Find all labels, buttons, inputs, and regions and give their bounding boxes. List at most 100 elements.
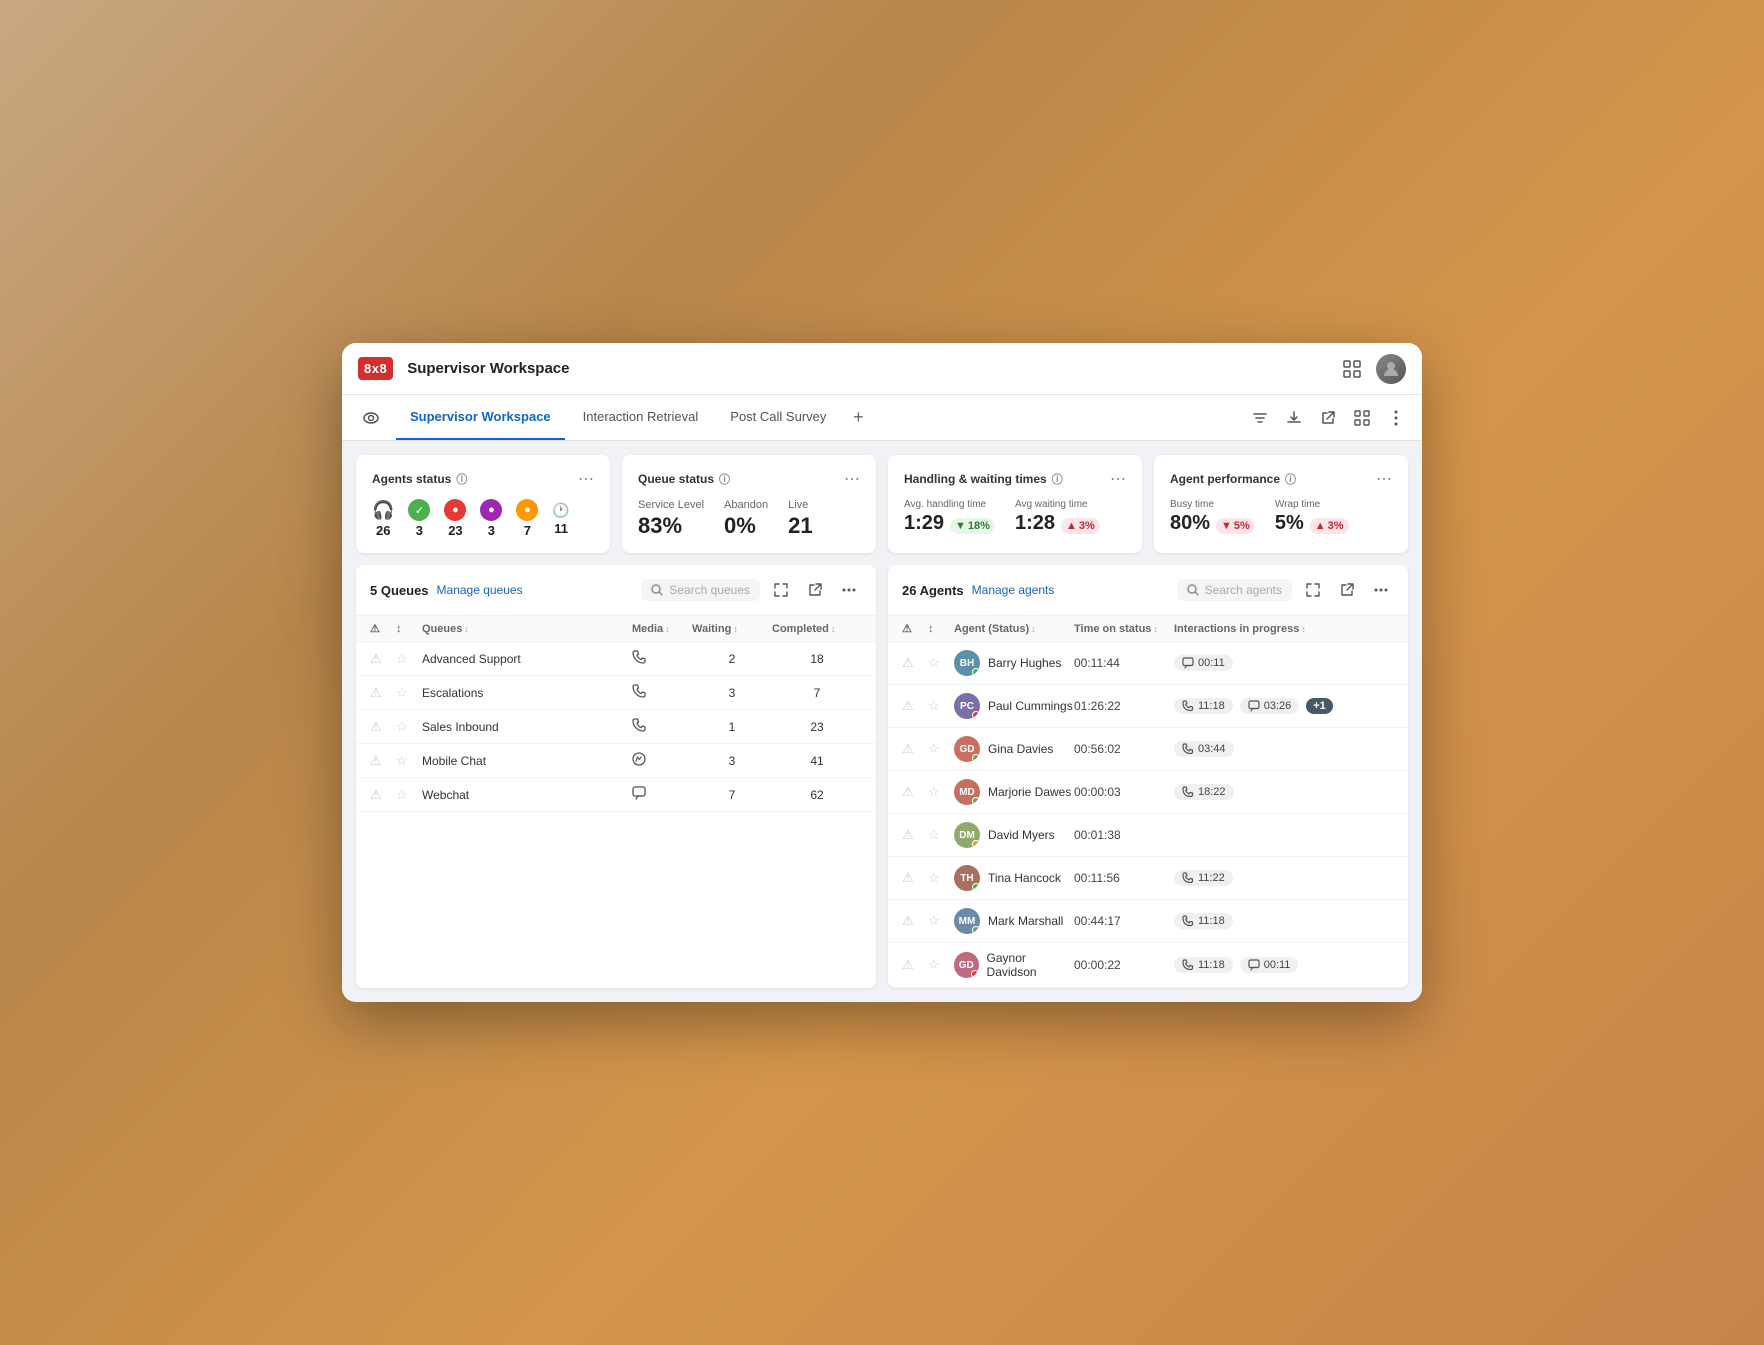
user-avatar[interactable] <box>1376 354 1406 384</box>
queue-status-info-icon[interactable]: ⓘ <box>719 471 730 487</box>
time-on-status: 00:01:38 <box>1074 828 1174 842</box>
status-dot <box>972 797 980 805</box>
agent-busy-count: 23 <box>448 523 462 538</box>
star-icon[interactable]: ☆ <box>928 784 954 800</box>
queues-count-label: 5 Queues <box>370 583 429 598</box>
agents-table-header: 26 Agents Manage agents Search agents <box>888 565 1408 616</box>
agents-status-info-icon[interactable]: ⓘ <box>456 471 467 487</box>
star-icon[interactable]: ☆ <box>396 651 422 667</box>
agent-name: Paul Cummings <box>988 699 1073 713</box>
agent-name: Tina Hancock <box>988 871 1061 885</box>
agent-stat-busy: ● 23 <box>444 499 466 538</box>
agent-name: Barry Hughes <box>988 656 1061 670</box>
completed-num: 62 <box>772 788 862 802</box>
filter-icon[interactable] <box>1246 404 1274 432</box>
manage-queues-link[interactable]: Manage queues <box>437 583 523 597</box>
avg-waiting-trend: ▲ 3% <box>1061 518 1100 534</box>
agent-row: ⚠ ☆ GD Gina Davies 00:56:02 03:44 <box>888 728 1408 771</box>
avg-waiting-stat: Avg waiting time 1:28 ▲ 3% <box>1015 499 1100 535</box>
download-icon[interactable] <box>1280 404 1308 432</box>
agent-name-cell: MD Marjorie Dawes <box>954 779 1074 805</box>
expand-queues-icon[interactable] <box>768 577 794 603</box>
queues-name-col[interactable]: Queues <box>422 623 632 635</box>
tab-add-button[interactable]: + <box>844 404 872 432</box>
apps-icon[interactable] <box>1348 404 1376 432</box>
media-col[interactable]: Media <box>632 623 692 635</box>
handling-times-more-icon[interactable]: ⋯ <box>1110 469 1126 489</box>
interactions-cell: 11:18 00:11 <box>1174 957 1354 973</box>
logo-badge: 8x8 <box>358 357 393 380</box>
agent-sort-col: ↕ <box>928 623 954 635</box>
time-on-status-col[interactable]: Time on status <box>1074 623 1174 635</box>
queue-row: ⚠ ☆ Advanced Support 2 18 <box>356 642 876 676</box>
agent-name-col[interactable]: Agent (Status) <box>954 623 1074 635</box>
star-icon[interactable]: ☆ <box>396 685 422 701</box>
agent-wrap-count: 11 <box>554 521 568 536</box>
star-icon[interactable]: ☆ <box>928 698 954 714</box>
star-icon[interactable]: ☆ <box>928 870 954 886</box>
star-icon[interactable]: ☆ <box>396 787 422 803</box>
star-icon[interactable]: ☆ <box>928 741 954 757</box>
grid-icon[interactable] <box>1338 355 1366 383</box>
star-icon[interactable]: ☆ <box>928 655 954 671</box>
status-dot <box>972 926 980 934</box>
waiting-num: 3 <box>692 754 772 768</box>
manage-agents-link[interactable]: Manage agents <box>972 583 1055 597</box>
time-on-status: 00:44:17 <box>1074 914 1174 928</box>
more-options-icon[interactable] <box>1382 404 1410 432</box>
queue-name: Webchat <box>422 788 632 802</box>
agent-row: ⚠ ☆ GD Gaynor Davidson 00:00:22 11:18 00… <box>888 943 1408 988</box>
agent-name-cell: BH Barry Hughes <box>954 650 1074 676</box>
star-icon[interactable]: ☆ <box>396 753 422 769</box>
agent-name-cell: MM Mark Marshall <box>954 908 1074 934</box>
waiting-num: 2 <box>692 652 772 666</box>
star-icon[interactable]: ☆ <box>928 827 954 843</box>
interactions-col[interactable]: Interactions in progress <box>1174 623 1354 635</box>
agents-status-more-icon[interactable]: ⋯ <box>578 469 594 489</box>
agent-total-count: 26 <box>376 523 390 538</box>
star-icon[interactable]: ☆ <box>928 957 954 973</box>
search-queues-box[interactable]: Search queues <box>641 579 760 601</box>
queue-status-more-icon[interactable]: ⋯ <box>844 469 860 489</box>
more-queues-icon[interactable] <box>836 577 862 603</box>
more-agents-icon[interactable] <box>1368 577 1394 603</box>
tab-supervisor-workspace[interactable]: Supervisor Workspace <box>396 395 565 440</box>
handling-times-info-icon[interactable]: ⓘ <box>1052 471 1063 487</box>
tab-interaction-retrieval[interactable]: Interaction Retrieval <box>569 395 713 440</box>
completed-num: 23 <box>772 720 862 734</box>
tab-post-call-survey[interactable]: Post Call Survey <box>716 395 840 440</box>
waiting-col[interactable]: Waiting <box>692 623 772 635</box>
agent-performance-info-icon[interactable]: ⓘ <box>1285 471 1296 487</box>
completed-col[interactable]: Completed <box>772 623 862 635</box>
expand-agents-icon[interactable] <box>1300 577 1326 603</box>
abandon-stat: Abandon 0% <box>724 499 768 539</box>
external-link-icon[interactable] <box>1314 404 1342 432</box>
tab-bar: Supervisor Workspace Interaction Retriev… <box>342 395 1422 441</box>
eye-icon[interactable] <box>354 401 388 435</box>
dnd-icon: ● <box>480 499 502 521</box>
avg-waiting-value: 1:28 <box>1015 512 1055 535</box>
external-agents-icon[interactable] <box>1334 577 1360 603</box>
agent-row: ⚠ ☆ MD Marjorie Dawes 00:00:03 18:22 <box>888 771 1408 814</box>
agent-avatar: GD <box>954 736 980 762</box>
agent-performance-more-icon[interactable]: ⋯ <box>1376 469 1392 489</box>
star-icon[interactable]: ☆ <box>928 913 954 929</box>
external-queues-icon[interactable] <box>802 577 828 603</box>
agent-name-cell: PC Paul Cummings <box>954 693 1074 719</box>
search-agents-box[interactable]: Search agents <box>1177 579 1292 601</box>
wrap-time-stat: Wrap time 5% ▲ 3% <box>1275 499 1349 535</box>
agent-row: ⚠ ☆ BH Barry Hughes 00:11:44 00:11 <box>888 642 1408 685</box>
interaction-badge: 11:22 <box>1174 870 1233 886</box>
agent-stat-away: ● 7 <box>516 499 538 538</box>
app-window: 8x8 Supervisor Workspace Supervisor Work… <box>342 343 1422 1002</box>
queue-row: ⚠ ☆ Webchat 7 62 <box>356 778 876 812</box>
star-icon[interactable]: ☆ <box>396 719 422 735</box>
agent-stat-wrap: 🕐 11 <box>552 502 569 536</box>
agent-stat-total: 🎧 26 <box>372 500 394 538</box>
interaction-badge: 11:18 <box>1174 913 1233 929</box>
status-dot <box>972 883 980 891</box>
status-dot <box>972 668 980 676</box>
title-bar-icons <box>1338 354 1406 384</box>
interactions-cell: 00:11 <box>1174 655 1354 671</box>
plus-badge: +1 <box>1306 698 1333 714</box>
